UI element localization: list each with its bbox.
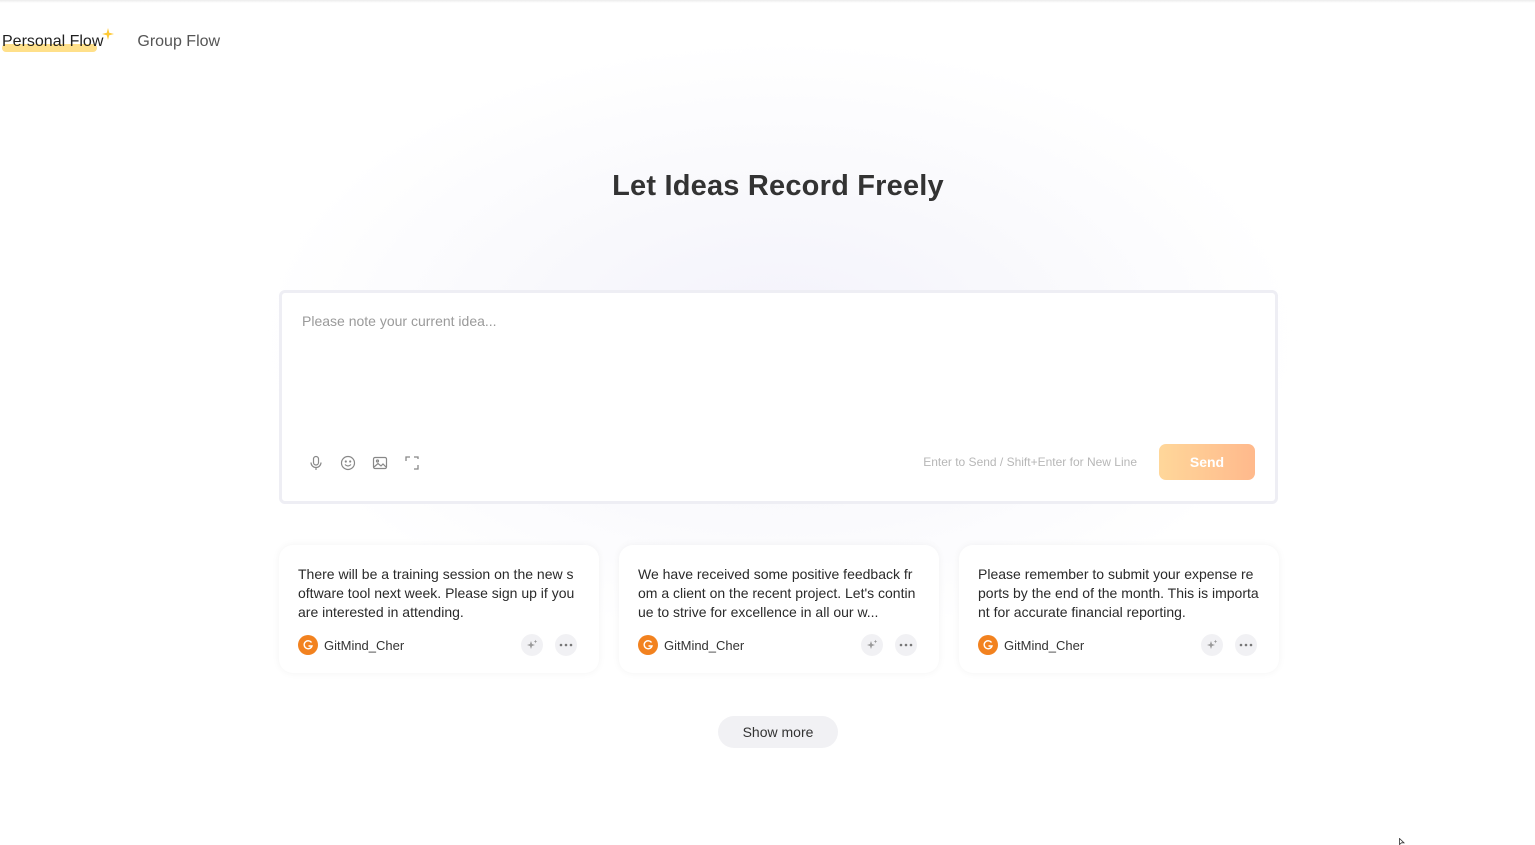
ai-assist-button[interactable]	[1201, 634, 1223, 656]
sparkle-icon	[867, 639, 878, 649]
more-icon	[899, 643, 913, 647]
gitmind-logo-icon	[983, 640, 993, 650]
expand-icon	[405, 456, 419, 470]
emoji-button[interactable]	[338, 453, 358, 473]
sparkle-icon	[102, 28, 115, 40]
more-options-button[interactable]	[555, 634, 577, 656]
mouse-cursor-icon	[1399, 838, 1405, 845]
idea-card[interactable]: We have received some positive feedback …	[619, 545, 939, 673]
sparkle-icon	[1207, 639, 1218, 649]
idea-card-text: There will be a training session on the …	[298, 566, 575, 620]
gitmind-logo-icon	[643, 640, 653, 650]
gitmind-logo-icon	[303, 640, 313, 650]
microphone-icon	[310, 455, 322, 470]
author-name: GitMind_Cher	[664, 637, 745, 653]
show-more-button[interactable]: Show more	[718, 716, 838, 748]
sparkle-icon	[527, 639, 538, 649]
idea-card[interactable]: There will be a training session on the …	[279, 545, 599, 673]
idea-card-author: GitMind_Cher	[978, 635, 1084, 655]
top-divider	[0, 0, 1535, 3]
more-options-button[interactable]	[1235, 634, 1257, 656]
expand-editor-button[interactable]	[402, 453, 422, 473]
idea-card-text: Please remember to submit your expense r…	[978, 566, 1259, 620]
idea-editor: Enter to Send / Shift+Enter for New Line…	[279, 290, 1278, 504]
ai-assist-button[interactable]	[521, 634, 543, 656]
ai-assist-button[interactable]	[861, 634, 883, 656]
editor-toolbar	[306, 453, 422, 473]
flow-tabs: Personal Flow Group Flow	[2, 28, 220, 54]
idea-card-list: There will be a training session on the …	[279, 545, 1279, 673]
avatar	[638, 635, 658, 655]
idea-card-author: GitMind_Cher	[298, 635, 404, 655]
page-title: Let Ideas Record Freely	[612, 170, 944, 202]
avatar	[298, 635, 318, 655]
author-name: GitMind_Cher	[324, 637, 405, 653]
more-icon	[1239, 643, 1253, 647]
emoji-icon	[340, 455, 356, 471]
send-shortcut-hint: Enter to Send / Shift+Enter for New Line	[923, 455, 1137, 469]
more-options-button[interactable]	[895, 634, 917, 656]
image-icon	[372, 456, 388, 470]
idea-card-text: We have received some positive feedback …	[638, 566, 916, 620]
send-button[interactable]: Send	[1159, 444, 1255, 480]
more-icon	[559, 643, 573, 647]
tab-group-flow[interactable]: Group Flow	[137, 31, 220, 53]
author-name: GitMind_Cher	[1004, 637, 1085, 653]
voice-input-button[interactable]	[306, 453, 326, 473]
tab-personal-flow-label: Personal Flow	[2, 33, 104, 50]
idea-card-author: GitMind_Cher	[638, 635, 744, 655]
idea-card[interactable]: Please remember to submit your expense r…	[959, 545, 1279, 673]
idea-input[interactable]	[302, 313, 1242, 403]
insert-image-button[interactable]	[370, 453, 390, 473]
avatar	[978, 635, 998, 655]
tab-personal-flow[interactable]: Personal Flow	[2, 28, 115, 53]
tab-group-flow-label: Group Flow	[137, 33, 221, 50]
